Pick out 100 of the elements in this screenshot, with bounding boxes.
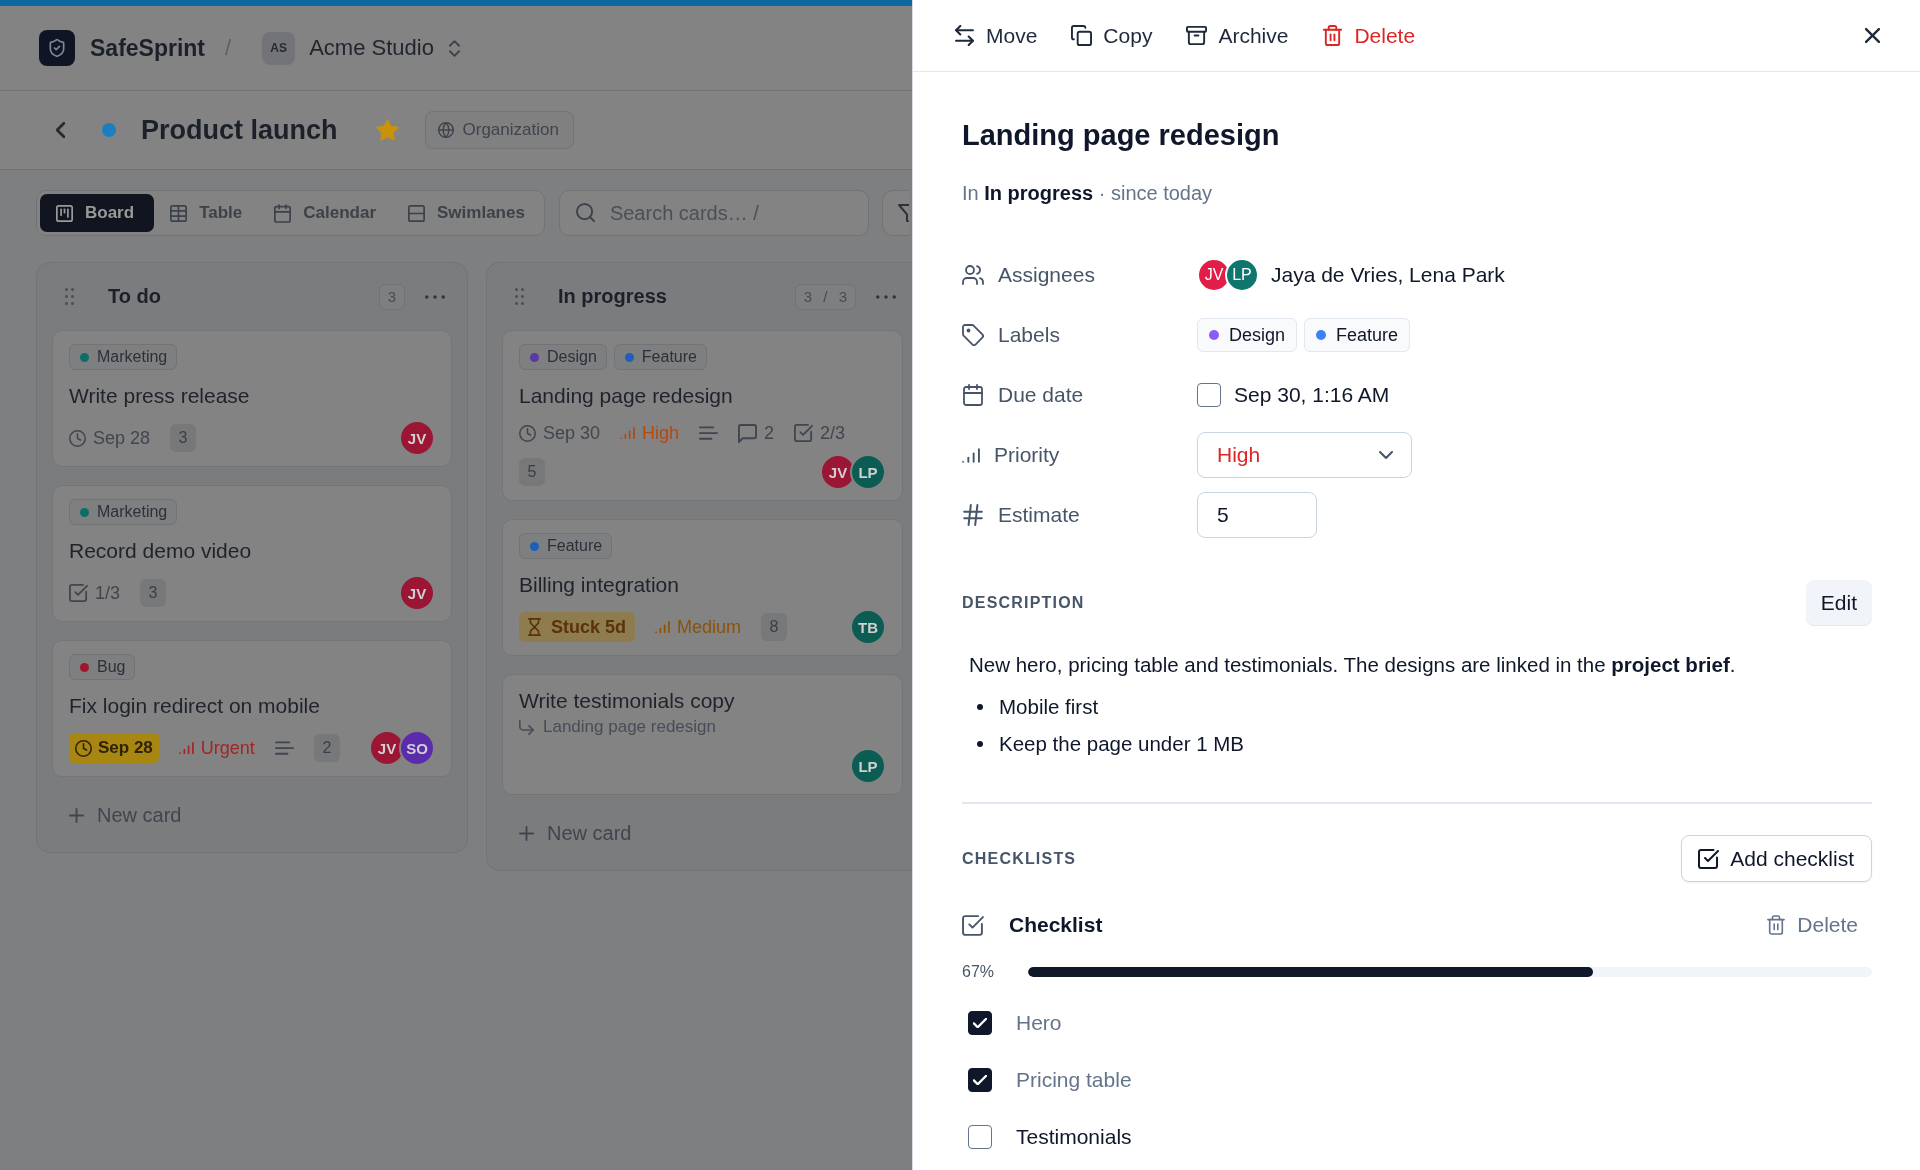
card-title: Record demo video (69, 538, 253, 564)
delete-button[interactable]: Delete (1322, 23, 1416, 48)
checkbox[interactable] (968, 1125, 992, 1149)
label-chip[interactable]: Feature (1304, 318, 1411, 352)
archive-button[interactable]: Archive (1186, 23, 1289, 48)
add-checklist-button[interactable]: Add checklist (1681, 835, 1872, 882)
label-name: Marketing (97, 348, 168, 366)
checklist-item-text: Hero (1016, 1011, 1062, 1035)
copy-button[interactable]: Copy (1071, 23, 1153, 48)
delete-checklist-button[interactable]: Delete (1767, 913, 1858, 937)
check-square-icon (69, 584, 88, 602)
avatar: LP (850, 454, 886, 490)
text-lines-icon (274, 741, 294, 755)
progress-percent: 67% (962, 963, 996, 981)
checkbox[interactable] (968, 1011, 992, 1035)
hourglass-icon (528, 618, 541, 636)
archive-box-icon (1186, 25, 1208, 46)
workspace-name[interactable]: Acme Studio (309, 35, 434, 61)
card-title: Landing page redesign (519, 383, 734, 409)
checklist-item-text: Pricing table (1016, 1068, 1132, 1092)
drag-handle-icon[interactable] (515, 288, 524, 305)
view-tab[interactable]: Table (154, 194, 259, 232)
calendar-icon (962, 384, 984, 406)
corner-arrow-icon (519, 719, 534, 735)
label-name: Feature (1336, 324, 1399, 346)
chevrons-up-down-icon[interactable] (448, 39, 460, 57)
description-text: New hero, pricing table and testimonials. The designs are linked in the project brief. (969, 652, 1737, 678)
view-tab[interactable]: Board (40, 194, 155, 232)
clock-icon (69, 429, 86, 447)
close-icon[interactable] (1865, 28, 1880, 43)
rows-icon (408, 204, 425, 222)
edit-button[interactable]: Edit (1805, 579, 1872, 626)
bullet-text: Mobile first (999, 695, 1099, 719)
estimate-points: 3 (140, 579, 167, 607)
bullet-icon (977, 704, 983, 710)
clock-icon (75, 739, 92, 757)
priority-level: High (642, 422, 680, 444)
task-card[interactable]: Marketing Record demo video 1/3 3 JV (52, 485, 452, 622)
globe-icon (437, 122, 454, 138)
bullet-icon (977, 741, 983, 747)
drag-handle-icon[interactable] (65, 288, 74, 305)
label-chip[interactable]: Design (1197, 318, 1298, 352)
property-label: Assignees (998, 263, 1095, 287)
plus-icon (519, 825, 534, 841)
checkbox[interactable] (1197, 383, 1221, 407)
comment-count: 2 (764, 422, 775, 444)
move-button[interactable]: Move (954, 23, 1038, 48)
checklist-item-text: Testimonials (1016, 1125, 1132, 1149)
label-name: Feature (547, 537, 603, 555)
search-field[interactable]: Search cards… / (558, 190, 869, 236)
swap-arrows-icon (954, 25, 975, 46)
label-name: Marketing (97, 503, 168, 521)
task-card[interactable]: Marketing Write press release Sep 28 3 JV (52, 330, 452, 467)
property-label: Labels (998, 323, 1060, 347)
table-grid-icon (170, 204, 188, 222)
star-icon[interactable] (375, 118, 399, 142)
trash-icon (1767, 915, 1786, 935)
plus-icon (69, 807, 84, 823)
signal-bars-icon (655, 621, 671, 633)
users-icon (962, 264, 984, 286)
hash-icon (962, 504, 984, 526)
property-label: Priority (994, 443, 1060, 467)
due-date: Sep 28 (98, 738, 153, 758)
task-card[interactable]: Write testimonials copy Landing page redesign LP (502, 674, 903, 795)
checkbox[interactable] (968, 1068, 992, 1092)
avatar: SO (399, 730, 435, 766)
more-icon[interactable] (425, 294, 445, 299)
card-title: Billing integration (519, 572, 680, 598)
copy-icon (1071, 25, 1093, 46)
estimate-input[interactable]: 5 (1197, 492, 1317, 538)
priority-level: Medium (677, 616, 742, 638)
filter-button[interactable] (881, 190, 909, 236)
column-title: In progress (558, 285, 667, 308)
task-card[interactable]: Feature Billing integration Stuck 5d Medium 8 TB (502, 519, 903, 656)
search-icon (575, 203, 595, 222)
shield-logo-icon (39, 30, 75, 66)
trash-icon (1322, 25, 1344, 46)
column-title: To do (108, 285, 161, 308)
stuck-duration: Stuck 5d (551, 616, 627, 638)
avatar: LP (850, 748, 886, 784)
due-date: Sep 30, 1:16 AM (1234, 383, 1390, 407)
section-heading: CHECKLISTS (962, 849, 1077, 868)
chevron-down-icon (1379, 451, 1393, 459)
priority-level: Urgent (200, 737, 255, 759)
status-line: In In progress · since today (962, 181, 1214, 205)
task-card[interactable]: Bug Fix login redirect on mobile Sep 28 Urgent 2 JV SO (52, 640, 452, 777)
label-name: Feature (641, 348, 697, 366)
view-tab[interactable]: Swimlanes (392, 194, 541, 232)
back-chevron-icon[interactable] (56, 122, 65, 138)
signal-bars-icon (962, 447, 980, 463)
priority-select[interactable]: High (1197, 432, 1412, 478)
label-name: Design (547, 348, 597, 366)
view-tab[interactable]: Calendar (258, 194, 392, 232)
more-icon[interactable] (876, 294, 896, 299)
estimate-points: 3 (170, 424, 197, 452)
card-title: Landing page redesign (962, 118, 1281, 153)
text-lines-icon (699, 426, 719, 440)
estimate-points: 5 (519, 458, 545, 486)
card-title: Write press release (69, 383, 251, 409)
task-card[interactable]: Design Feature Landing page redesign Sep 30 High 2 2/3 5 JV LP (502, 330, 903, 501)
